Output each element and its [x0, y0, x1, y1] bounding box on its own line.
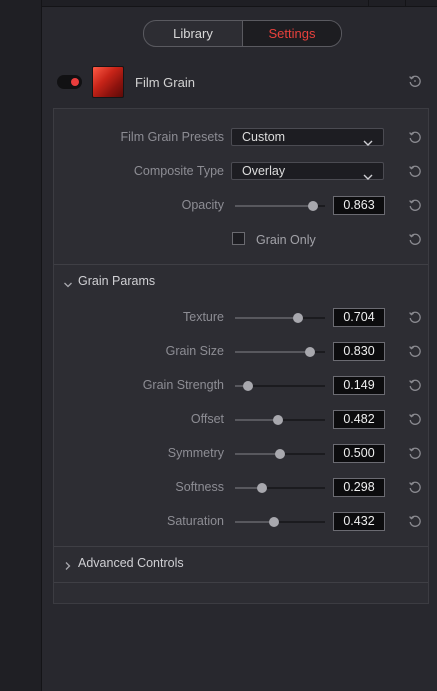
presets-dropdown[interactable]: Custom — [231, 128, 384, 146]
param-slider[interactable] — [235, 483, 325, 493]
effect-enable-toggle[interactable] — [57, 75, 82, 89]
grain-only-label: Grain Only — [256, 233, 316, 247]
toggle-knob — [71, 78, 79, 86]
slider-fill — [235, 419, 278, 421]
reset-icon[interactable] — [408, 74, 422, 88]
reset-icon[interactable] — [408, 446, 422, 460]
chevron-right-icon[interactable] — [64, 558, 72, 576]
param-value[interactable]: 0.830 — [333, 342, 385, 361]
param-value[interactable]: 0.500 — [333, 444, 385, 463]
reset-icon[interactable] — [408, 130, 422, 144]
param-label: Softness — [175, 480, 224, 494]
reset-icon[interactable] — [408, 344, 422, 358]
slider-handle[interactable] — [273, 415, 283, 425]
reset-icon[interactable] — [408, 480, 422, 494]
grain-only-checkbox[interactable] — [232, 232, 245, 245]
param-label: Offset — [190, 412, 224, 426]
reset-icon[interactable] — [408, 378, 422, 392]
composite-label: Composite Type — [133, 164, 224, 178]
left-sidebar-strip — [0, 0, 42, 691]
param-slider[interactable] — [235, 517, 325, 527]
chevron-down-icon[interactable] — [63, 276, 73, 294]
slider-handle[interactable] — [308, 201, 318, 211]
chevron-down-icon — [363, 168, 373, 186]
top-bar — [42, 0, 437, 7]
slider-handle[interactable] — [257, 483, 267, 493]
top-bar-divider — [368, 0, 369, 6]
advanced-controls-header[interactable]: Advanced Controls — [78, 556, 184, 570]
reset-icon[interactable] — [408, 514, 422, 528]
grain-params-header[interactable]: Grain Params — [78, 274, 155, 288]
chevron-down-icon — [363, 134, 373, 152]
section-divider — [54, 264, 428, 265]
param-value[interactable]: 0.298 — [333, 478, 385, 497]
param-value[interactable]: 0.704 — [333, 308, 385, 327]
slider-fill — [235, 351, 310, 353]
slider-handle[interactable] — [269, 517, 279, 527]
reset-icon[interactable] — [408, 310, 422, 324]
presets-value: Custom — [242, 130, 286, 144]
slider-handle[interactable] — [275, 449, 285, 459]
reset-icon[interactable] — [408, 232, 422, 246]
tab-library[interactable]: Library — [144, 21, 243, 46]
param-slider[interactable] — [235, 313, 325, 323]
param-label: Grain Size — [165, 344, 224, 358]
slider-fill — [235, 317, 298, 319]
effect-thumbnail — [92, 66, 124, 98]
opacity-slider[interactable] — [235, 201, 325, 211]
param-value[interactable]: 0.482 — [333, 410, 385, 429]
param-label: Saturation — [167, 514, 224, 528]
param-label: Symmetry — [167, 446, 224, 460]
effect-title: Film Grain — [135, 75, 195, 90]
section-divider — [54, 582, 428, 583]
slider-handle[interactable] — [305, 347, 315, 357]
opacity-value[interactable]: 0.863 — [333, 196, 385, 215]
slider-handle[interactable] — [293, 313, 303, 323]
reset-icon[interactable] — [408, 412, 422, 426]
slider-fill — [235, 453, 280, 455]
param-slider[interactable] — [235, 415, 325, 425]
top-bar-divider — [405, 0, 406, 6]
param-slider[interactable] — [235, 381, 325, 391]
param-label: Texture — [183, 310, 224, 324]
param-slider[interactable] — [235, 347, 325, 357]
tab-settings[interactable]: Settings — [243, 21, 341, 46]
param-slider[interactable] — [235, 449, 325, 459]
slider-handle[interactable] — [243, 381, 253, 391]
slider-fill — [235, 205, 313, 207]
param-label: Grain Strength — [142, 378, 224, 392]
opacity-label: Opacity — [181, 198, 224, 212]
reset-icon[interactable] — [408, 164, 422, 178]
param-value[interactable]: 0.432 — [333, 512, 385, 531]
presets-label: Film Grain Presets — [120, 130, 225, 144]
tab-switcher: Library Settings — [143, 20, 342, 47]
reset-icon[interactable] — [408, 198, 422, 212]
param-value[interactable]: 0.149 — [333, 376, 385, 395]
composite-value: Overlay — [242, 164, 286, 178]
composite-dropdown[interactable]: Overlay — [231, 162, 384, 180]
section-divider — [54, 546, 428, 547]
